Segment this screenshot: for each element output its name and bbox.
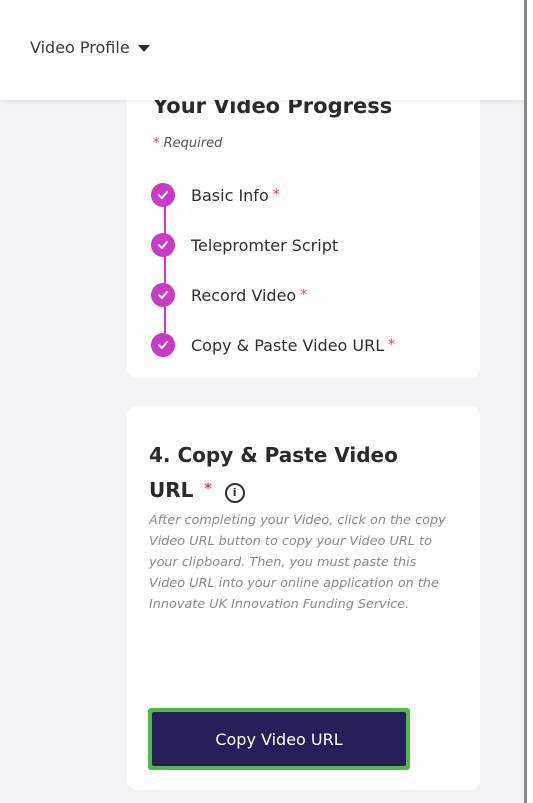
caret-down-icon [137,45,150,52]
copy-video-url-button[interactable]: Copy Video URL [152,712,406,766]
video-profile-label: Video Profile [30,38,130,57]
progress-step-copy-paste-url[interactable]: Copy & Paste Video URL * [151,320,471,370]
required-marker: * [204,481,212,497]
check-circle-icon [151,233,175,257]
check-circle-icon [151,333,175,357]
copy-section-title-text: 4. Copy & Paste Video URL [149,443,398,502]
required-note: * Required [153,136,222,151]
step-label: Basic Info [191,185,269,205]
focus-ring: Copy Video URL [148,708,410,770]
required-marker: * [300,287,308,303]
app-frame: Video Profile Your Video Progress * Requ… [0,0,527,803]
copy-url-card: 4. Copy & Paste Video URL * i After comp… [127,406,480,790]
check-circle-icon [151,283,175,307]
step-label: Telepromter Script [191,235,339,255]
required-marker: * [153,136,160,151]
progress-step-record-video[interactable]: Record Video * [151,270,471,334]
required-marker: * [388,337,396,353]
progress-steps: Basic Info * Telepromter Script Record V… [151,170,471,370]
required-label: Required [163,136,223,151]
required-marker: * [272,187,280,203]
top-bar: Video Profile [0,0,524,100]
progress-step-teleprompter-script[interactable]: Telepromter Script [151,220,471,284]
info-icon[interactable]: i [224,482,245,503]
video-progress-card: Your Video Progress * Required Basic Inf… [127,60,480,378]
copy-instructions: After completing your Video, click on th… [149,513,446,612]
progress-step-basic-info[interactable]: Basic Info * [151,170,471,234]
step-label: Copy & Paste Video URL [191,335,385,355]
copy-section-title: 4. Copy & Paste Video URL * i [149,438,449,507]
step-label: Record Video [191,285,297,305]
video-profile-menu[interactable]: Video Profile [30,38,150,57]
check-circle-icon [151,183,175,207]
